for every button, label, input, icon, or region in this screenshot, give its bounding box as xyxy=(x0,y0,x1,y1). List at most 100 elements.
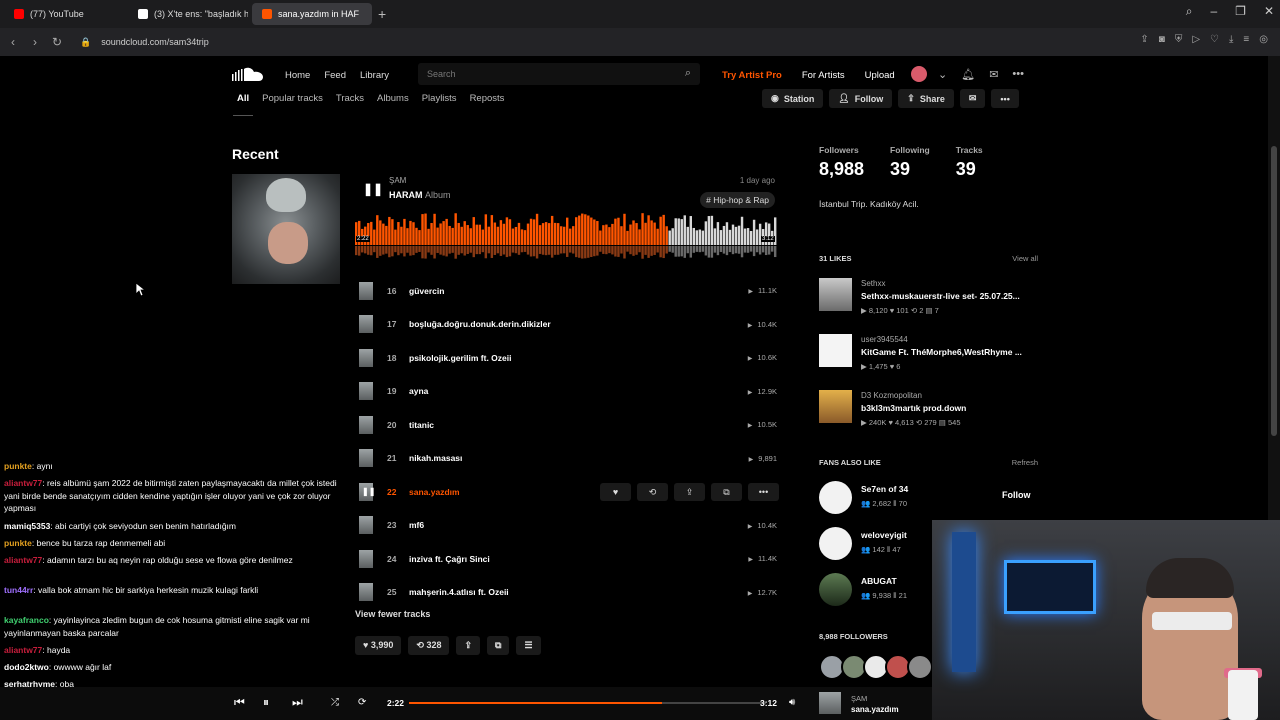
back-icon[interactable]: ‹ xyxy=(2,35,24,49)
pause-icon[interactable]: ⏸ xyxy=(263,695,269,710)
liked-track-artist[interactable]: D3 Kozmopolitan xyxy=(861,391,922,400)
track-title[interactable]: titanic xyxy=(409,420,434,430)
shuffle-icon[interactable]: ⤮ xyxy=(331,697,339,708)
download-icon[interactable]: ⤓ xyxy=(1229,34,1233,45)
pause-icon[interactable]: ❚❚ xyxy=(363,182,383,196)
maximize-icon[interactable]: ❐ xyxy=(1235,4,1246,19)
liked-track[interactable]: user3945544 KitGame Ft. ThéMorphe6,WestR… xyxy=(819,334,1041,380)
tab-albums[interactable]: Albums xyxy=(377,93,409,104)
nav-home[interactable]: Home xyxy=(285,70,310,81)
artist-name[interactable]: weloveyigit xyxy=(861,530,907,540)
pause-icon[interactable]: ❚❚ xyxy=(362,487,375,496)
track-title[interactable]: mahşerin.4.atlısı ft. Ozeii xyxy=(409,587,509,597)
next-icon[interactable]: ⏭ xyxy=(292,695,303,710)
scrollbar-thumb[interactable] xyxy=(1271,146,1277,436)
track-row[interactable]: 21 nikah.masası 9,891 xyxy=(355,442,777,475)
liked-track-title[interactable]: b3kl3m3martık prod.down xyxy=(861,403,1041,413)
forward-icon[interactable]: › xyxy=(24,35,46,49)
like-button[interactable]: ♥ xyxy=(600,482,631,501)
try-artist-pro-link[interactable]: Try Artist Pro xyxy=(722,70,782,81)
likes-heading[interactable]: 31 LIKES xyxy=(819,254,852,263)
follower-avatar[interactable] xyxy=(907,654,933,680)
player-progress-bar[interactable] xyxy=(409,702,766,704)
soundcloud-logo[interactable] xyxy=(232,66,264,82)
refresh-link[interactable]: Refresh xyxy=(990,458,1038,467)
tab-reposts[interactable]: Reposts xyxy=(470,93,505,104)
tab-popular-tracks[interactable]: Popular tracks xyxy=(262,93,323,104)
album-artist[interactable]: ŞAM xyxy=(389,176,406,185)
chat-username[interactable]: punkte xyxy=(4,461,32,471)
tab-x[interactable]: (3) X'te ens: "başladık http xyxy=(128,3,248,25)
more-button[interactable]: ••• xyxy=(991,89,1019,108)
reload-icon[interactable]: ↻ xyxy=(46,35,68,49)
view-all-link[interactable]: View all xyxy=(990,254,1038,263)
camera-icon[interactable]: ◙ xyxy=(1159,34,1165,45)
liked-track-artist[interactable]: user3945544 xyxy=(861,335,908,344)
chat-username[interactable]: kayafranco xyxy=(4,615,49,625)
followers-heading[interactable]: 8,988 FOLLOWERS xyxy=(819,632,888,641)
share-button[interactable]: ⇪ xyxy=(674,482,705,501)
track-title[interactable]: mf6 xyxy=(409,520,424,530)
message-button[interactable]: ✉ xyxy=(959,89,986,108)
track-row[interactable]: 20 titanic 10.5K xyxy=(355,408,777,441)
play-icon[interactable]: ▷ xyxy=(1192,34,1200,45)
minimize-icon[interactable]: – xyxy=(1210,4,1217,19)
chat-username[interactable]: aliantw77 xyxy=(4,555,42,565)
now-playing-artwork[interactable] xyxy=(819,692,841,714)
tab-soundcloud[interactable]: sana.yazdım in HAF xyxy=(252,3,372,25)
artist-name[interactable]: ABUGAT xyxy=(861,576,897,586)
nav-feed[interactable]: Feed xyxy=(324,70,346,81)
close-icon[interactable]: ✕ xyxy=(1264,4,1274,19)
track-row[interactable]: 24 inziva ft. Çağrı Sinci 11.4K xyxy=(355,542,777,575)
repost-button[interactable]: ⟲ 328 xyxy=(408,636,450,655)
track-title[interactable]: nikah.masası xyxy=(409,453,462,463)
track-title[interactable]: ayna xyxy=(409,386,428,396)
track-title[interactable]: boşluğa.doğru.donuk.derin.dikizler xyxy=(409,319,551,329)
tracks-stat[interactable]: Tracks 39 xyxy=(956,145,983,180)
volume-icon[interactable]: 🔊︎ xyxy=(789,697,795,708)
track-title[interactable]: psikolojik.gerilim ft. Ozeii xyxy=(409,353,512,363)
chat-username[interactable]: mamiq5353 xyxy=(4,521,50,531)
track-title[interactable]: inziva ft. Çağrı Sinci xyxy=(409,554,490,564)
add-to-queue-button[interactable]: ☰ xyxy=(516,636,541,655)
track-row[interactable]: ❚❚ 22 sana.yazdım ♥ ⟲ ⇪ ⧉ ••• xyxy=(355,475,779,508)
liked-track-artist[interactable]: Sethxx xyxy=(861,279,885,288)
chat-username[interactable]: punkte xyxy=(4,538,32,548)
track-row[interactable]: 25 mahşerin.4.atlısı ft. Ozeii 12.7K xyxy=(355,576,777,609)
search-tabs-icon[interactable]: ⌕ xyxy=(1186,4,1193,19)
heart-icon[interactable]: ♡ xyxy=(1210,34,1219,45)
chevron-down-icon[interactable]: ⌄ xyxy=(938,68,947,81)
chat-username[interactable]: aliantw77 xyxy=(4,645,42,655)
copy-link-button[interactable]: ⧉ xyxy=(711,482,742,501)
track-title[interactable]: sana.yazdım xyxy=(409,487,460,497)
chat-username[interactable]: aliantw77 xyxy=(4,478,42,488)
station-button[interactable]: ◉ Station xyxy=(762,89,824,108)
bell-icon[interactable]: 🔔︎ xyxy=(961,68,975,81)
chat-username[interactable]: tun44rr xyxy=(4,585,33,595)
mail-icon[interactable]: ✉ xyxy=(989,68,998,81)
user-avatar[interactable] xyxy=(911,66,927,82)
liked-track[interactable]: D3 Kozmopolitan b3kl3m3martık prod.down … xyxy=(819,390,1041,436)
follow-artist-button[interactable]: Follow xyxy=(1002,490,1031,500)
artist-name[interactable]: Se7en of 34 xyxy=(861,484,908,494)
nav-library[interactable]: Library xyxy=(360,70,389,81)
shield-icon[interactable]: ⛨ xyxy=(1175,34,1183,45)
follow-button[interactable]: 👤︎ Follow xyxy=(829,89,893,108)
share-icon[interactable]: ⇪ xyxy=(1140,34,1148,45)
track-row[interactable]: 19 ayna 12.9K xyxy=(355,375,777,408)
liked-track[interactable]: Sethxx Sethxx-muskauerstr-live set- 25.0… xyxy=(819,278,1041,324)
tab-all[interactable]: All xyxy=(237,93,249,104)
liked-track-title[interactable]: Sethxx-muskauerstr-live set- 25.07.25... xyxy=(861,291,1041,301)
track-row[interactable]: 18 psikolojik.gerilim ft. Ozeii 10.6K xyxy=(355,341,777,374)
repeat-icon[interactable]: ⟳ xyxy=(358,697,366,708)
followers-stat[interactable]: Followers 8,988 xyxy=(819,145,864,180)
more-icon[interactable]: ••• xyxy=(1012,68,1024,81)
genre-tag[interactable]: # Hip-hop & Rap xyxy=(700,192,775,208)
profile-icon[interactable]: ◎ xyxy=(1259,34,1268,45)
search-icon[interactable]: ⌕ xyxy=(685,67,691,80)
suggested-artist[interactable]: Se7en of 34 👥 2,682 ⦀ 70 Follow xyxy=(819,481,1041,519)
repost-button[interactable]: ⟲ xyxy=(637,482,668,501)
url-field[interactable]: 🔒 soundcloud.com/sam34trip xyxy=(80,37,209,48)
for-artists-link[interactable]: For Artists xyxy=(802,70,845,81)
upload-link[interactable]: Upload xyxy=(865,70,895,81)
